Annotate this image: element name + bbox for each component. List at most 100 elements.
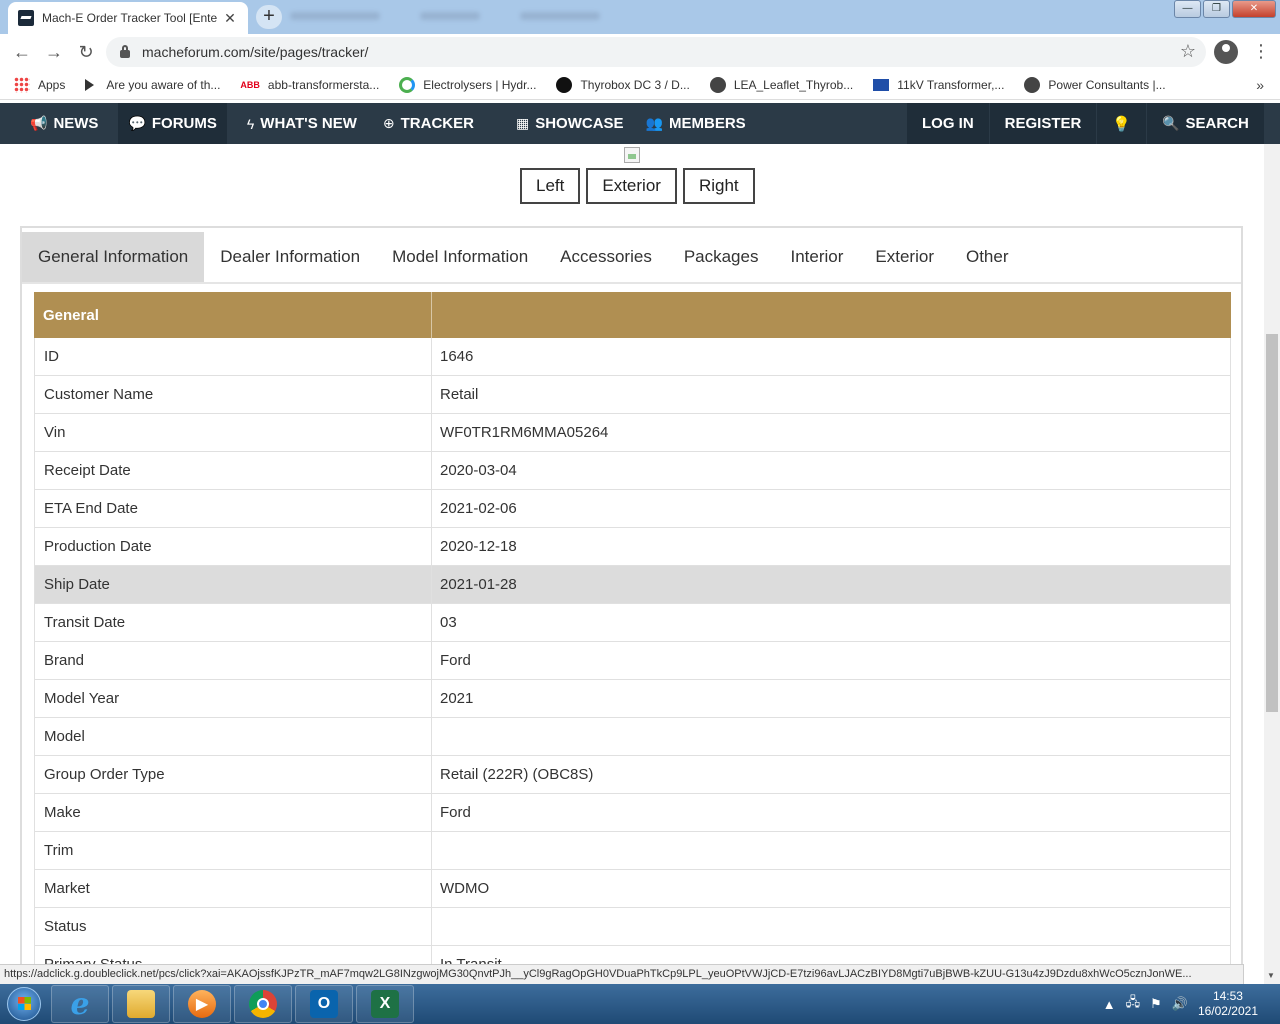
address-bar[interactable]: macheforum.com/site/pages/tracker/ ☆ [106,37,1206,67]
table-header-row: General [34,292,1231,338]
taskbar-media-player[interactable]: ▶ [173,985,231,1023]
table-header-label: General [34,292,432,338]
abb-logo-icon: ABB [240,79,260,90]
taskbar-internet-explorer[interactable]: e [51,985,109,1023]
tab-model-information[interactable]: Model Information [376,232,544,282]
members-icon: 👥 [645,115,663,131]
tab-packages[interactable]: Packages [668,232,775,282]
nav-members[interactable]: 👥 MEMBERS [636,103,756,144]
bookmark-lea-leaflet[interactable]: LEA_Leaflet_Thyrob... [709,76,853,93]
tab-accessories[interactable]: Accessories [544,232,668,282]
view-right-button[interactable]: Right [682,168,755,204]
lightning-icon: ϟ [246,115,255,132]
electrolysers-icon [399,76,416,93]
browser-tab[interactable]: Mach-E Order Tracker Tool [Ente ✕ [8,2,248,34]
link-status-bar: https://adclick.g.doubleclick.net/pcs/cl… [0,964,1244,984]
system-tray: ▲ 🖧 ⚑ 🔊 14:53 16/02/2021 [1103,984,1280,1024]
bookmark-apps[interactable]: Apps [14,76,65,93]
detail-tabs: General Information Dealer Information M… [22,232,1241,284]
view-exterior-button[interactable]: Exterior [586,168,677,204]
tab-interior[interactable]: Interior [774,232,859,282]
taskbar-file-explorer[interactable] [112,985,170,1023]
volume-icon[interactable]: 🔊 [1172,996,1188,1012]
bookmark-11kv-transformer[interactable]: 11kV Transformer,... [873,78,1004,92]
nav-showcase[interactable]: ▦ SHOWCASE [506,103,634,144]
table-row: Customer Name Retail [34,376,1231,414]
system-clock[interactable]: 14:53 16/02/2021 [1198,989,1258,1019]
reload-button[interactable]: ↻ [70,36,102,68]
windows-logo-icon [7,987,41,1021]
nav-tracker[interactable]: ⊕ TRACKER [373,103,484,144]
tab-general-information[interactable]: General Information [22,232,205,282]
table-row: Model [34,718,1231,756]
search-link[interactable]: 🔍 SEARCH [1146,103,1264,144]
table-row: Market WDMO [34,870,1231,908]
tab-exterior[interactable]: Exterior [859,232,950,282]
nav-whats-new[interactable]: ϟ WHAT'S NEW [237,103,367,144]
bookmarks-bar: Apps Are you aware of th... ABB abb-tran… [0,70,1280,100]
start-button[interactable] [0,984,48,1024]
outlook-icon: O [310,990,338,1018]
bookmark-are-you-aware[interactable]: Are you aware of th... [85,78,220,92]
more-bookmarks-icon[interactable]: » [1256,77,1264,93]
general-info-table: General ID 1646 Customer Name Retail Vin WF… [34,292,1231,984]
table-row: Model Year 2021 [34,680,1231,718]
globe-icon [1024,76,1041,93]
broken-image-icon [624,147,640,163]
action-center-flag-icon[interactable]: ⚑ [1150,996,1162,1012]
network-icon[interactable]: 🖧 [1126,993,1141,1015]
table-row: Trim [34,832,1231,870]
table-header-empty [432,292,1231,338]
sc-logo-icon [873,78,890,91]
table-row: Production Date 2020-12-18 [34,528,1231,566]
profile-avatar-icon[interactable] [1214,40,1238,64]
tab-other[interactable]: Other [950,232,1025,282]
close-window-button[interactable]: ✕ [1232,0,1276,18]
window-controls: — ❐ ✕ [1172,0,1276,18]
nav-forums[interactable]: 💬 FORUMS [118,103,227,144]
play-icon [85,78,95,91]
scroll-down-arrow-icon[interactable]: ▼ [1267,971,1275,980]
lock-icon [120,45,130,58]
globe-icon [709,76,726,93]
taskbar-chrome[interactable] [234,985,292,1023]
show-hidden-icons-arrow-icon[interactable]: ▲ [1103,997,1116,1012]
minimize-button[interactable]: — [1174,0,1201,18]
table-row: Vin WF0TR1RM6MMA05264 [34,414,1231,452]
order-details-panel: General Information Dealer Information M… [20,226,1243,986]
new-tab-button[interactable]: + [256,5,282,29]
table-row-highlighted: Ship Date 2021-01-28 [34,566,1231,604]
view-left-button[interactable]: Left [520,168,581,204]
internet-explorer-icon: e [70,986,90,1022]
bookmark-star-icon[interactable]: ☆ [1180,41,1196,62]
bookmark-abb[interactable]: ABB abb-transformersta... [240,78,379,92]
style-toggle-bulb-icon[interactable]: 💡 [1096,103,1146,144]
page-scrollbar[interactable]: ▼ [1264,144,1280,984]
taskbar-excel[interactable]: X [356,985,414,1023]
table-row: Make Ford [34,794,1231,832]
close-tab-icon[interactable]: ✕ [222,10,238,27]
restore-button[interactable]: ❐ [1203,0,1230,18]
table-row: ID 1646 [34,338,1231,376]
login-link[interactable]: LOG IN [906,103,989,144]
table-row: Group Order Type Retail (222R) (OBC8S) [34,756,1231,794]
chat-icon: 💬 [128,115,146,131]
register-link[interactable]: REGISTER [988,103,1097,144]
folder-icon [127,990,155,1018]
table-row: Receipt Date 2020-03-04 [34,452,1231,490]
table-icon: ▦ [515,115,530,131]
macheforum-favicon-icon [18,10,34,26]
taskbar-outlook[interactable]: O [295,985,353,1023]
forward-button[interactable]: → [38,36,70,68]
thyrobox-icon [556,76,573,93]
browser-menu-icon[interactable]: ⋮ [1252,42,1270,60]
bookmark-electrolysers[interactable]: Electrolysers | Hydr... [399,76,536,93]
bookmark-power-consultants[interactable]: Power Consultants |... [1024,76,1166,93]
scrollbar-thumb[interactable] [1266,334,1278,712]
bookmark-thyrobox[interactable]: Thyrobox DC 3 / D... [556,76,690,93]
url-text: macheforum.com/site/pages/tracker/ [142,44,369,60]
nav-news[interactable]: 📢 NEWS [20,103,108,144]
back-button[interactable]: ← [6,36,38,68]
tab-dealer-information[interactable]: Dealer Information [204,232,376,282]
search-icon: 🔍 [1162,115,1180,131]
